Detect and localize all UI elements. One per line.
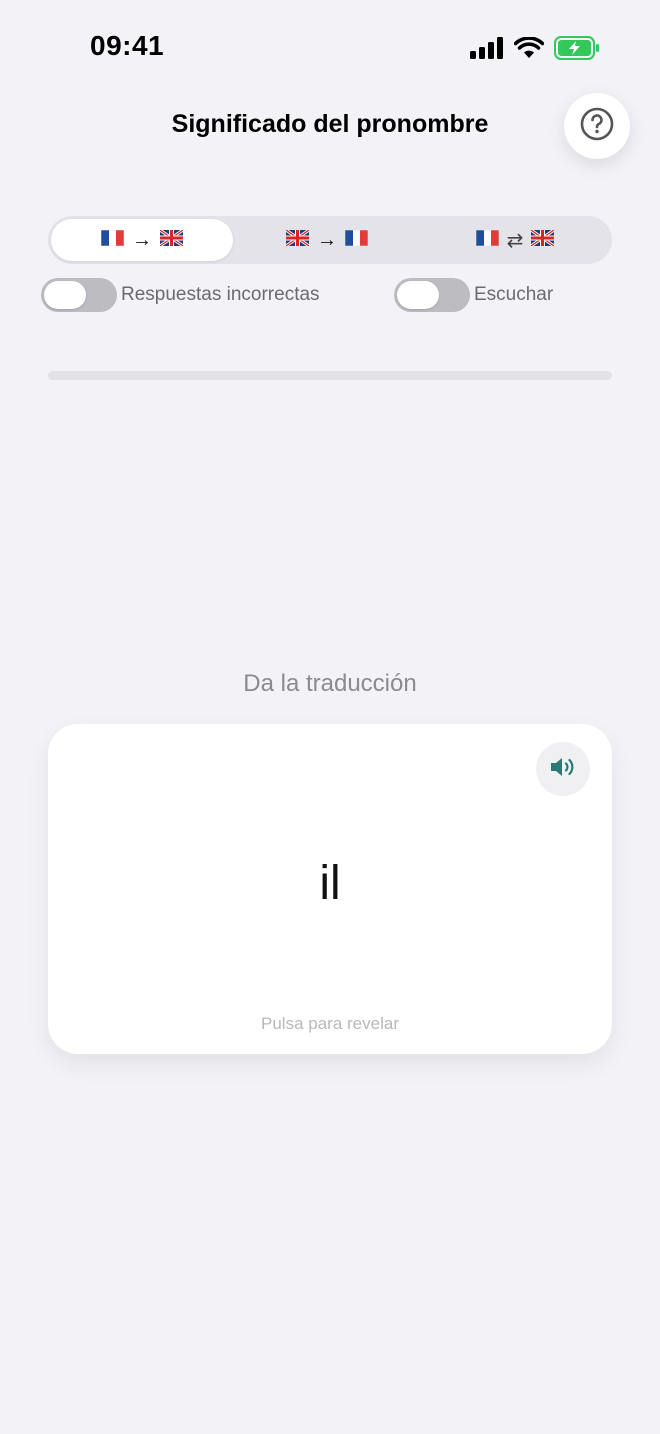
wifi-icon <box>513 36 545 64</box>
battery-charging-icon <box>554 36 600 65</box>
toggle-knob <box>44 281 86 309</box>
listen-label: Escuchar <box>474 284 554 305</box>
wrong-answers-label: Respuestas incorrectas <box>121 284 320 305</box>
status-icons <box>470 36 600 65</box>
segment-bidirectional[interactable]: ⇄ <box>421 219 609 261</box>
reveal-hint: Pulsa para revelar <box>261 1014 399 1033</box>
arrow-right-icon: → <box>132 228 152 251</box>
uk-flag-icon <box>159 228 184 251</box>
arrow-right-icon: → <box>317 228 337 251</box>
question-mark-circle-icon <box>579 106 615 147</box>
help-button[interactable] <box>564 93 630 159</box>
france-flag-icon <box>475 229 499 251</box>
wrong-answers-toggle-row: Respuestas incorrectas <box>41 278 320 312</box>
listen-toggle-row: Escuchar <box>394 278 553 312</box>
play-audio-button[interactable] <box>536 742 590 796</box>
wrong-answers-toggle[interactable] <box>41 278 117 312</box>
france-flag-icon <box>344 229 369 251</box>
toggle-knob <box>397 281 439 309</box>
speaker-icon <box>549 755 577 784</box>
exercise-prompt: Da la traducción <box>243 670 417 697</box>
uk-flag-icon <box>530 228 556 251</box>
flashcard[interactable]: il Pulsa para revelar <box>48 724 612 1054</box>
segment-fr-to-gb[interactable]: → <box>51 219 233 261</box>
direction-selector: → → ⇄ <box>48 216 612 264</box>
progress-bar <box>48 371 612 380</box>
swap-arrows-icon: ⇄ <box>506 229 524 252</box>
uk-flag-icon <box>285 228 310 251</box>
page-title: Significado del pronombre <box>171 110 489 138</box>
france-flag-icon <box>100 229 125 251</box>
listen-toggle[interactable] <box>394 278 470 312</box>
screen: 09:41 Significado del pronombre → → ⇄ Re… <box>0 0 660 1434</box>
cellular-signal-icon <box>470 37 504 64</box>
status-time: 09:41 <box>90 30 165 61</box>
card-word: il <box>319 857 341 910</box>
segment-gb-to-fr[interactable]: → <box>233 219 421 261</box>
